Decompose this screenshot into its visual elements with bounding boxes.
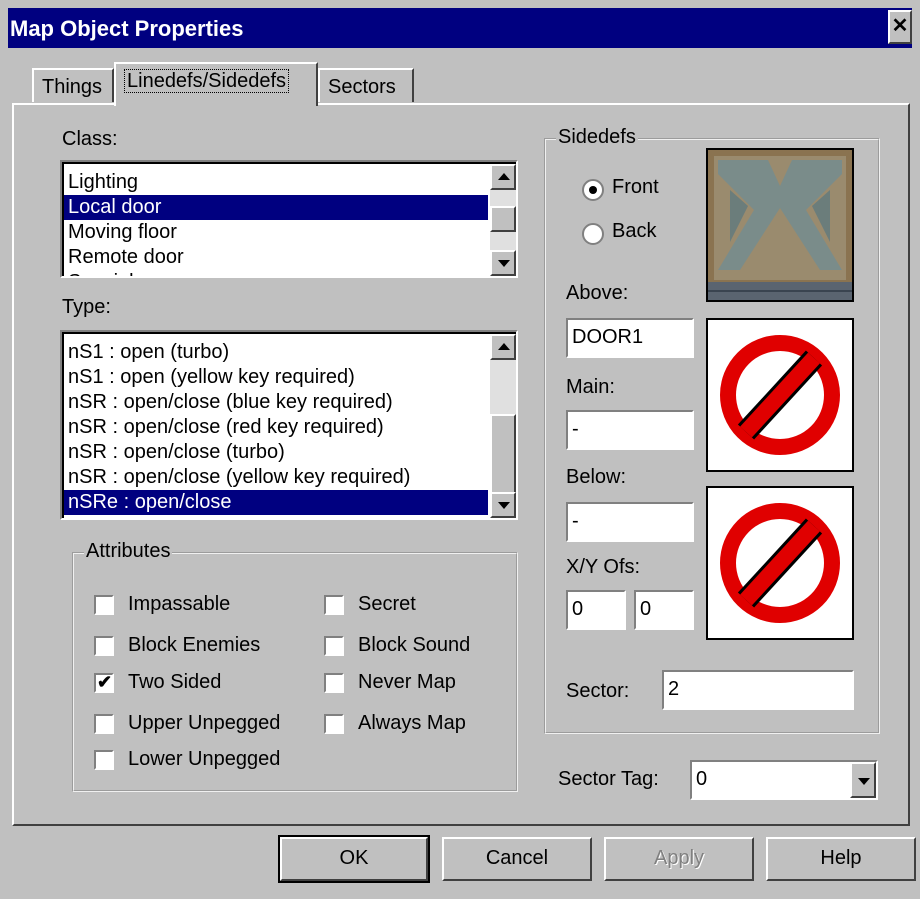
list-item[interactable]: nSR : open/close (turbo)	[64, 440, 488, 465]
check-icon: ✔	[97, 672, 113, 692]
checkbox-label: Never Map	[358, 671, 456, 693]
checkbox-label: Always Map	[358, 712, 466, 734]
list-item[interactable]: Lighting	[64, 170, 488, 195]
sector-tag-label: Sector Tag:	[558, 768, 659, 790]
lower-texture-preview[interactable]	[706, 486, 854, 640]
checkbox-label: Block Enemies	[128, 634, 261, 656]
main-texture-field[interactable]: -	[566, 410, 694, 450]
sector-tag-value: 0	[696, 768, 708, 790]
close-button[interactable]: ✕	[888, 10, 912, 44]
list-item[interactable]: Remote door	[64, 245, 488, 270]
checkbox-label: Two Sided	[128, 671, 222, 693]
checkbox-box[interactable]	[324, 636, 344, 656]
list-item-selected[interactable]: nSRe : open/close	[64, 490, 488, 515]
above-texture-field[interactable]: DOOR1	[566, 318, 694, 358]
ok-button[interactable]: OK	[278, 835, 430, 883]
radio-circle[interactable]	[582, 179, 604, 201]
window-title: Map Object Properties	[10, 16, 244, 41]
dialog-window: Map Object Properties ✕ Things Linedefs/…	[0, 0, 920, 899]
list-item[interactable]: nS1 : open (yellow key required)	[64, 365, 488, 390]
checkbox-label: Block Sound	[358, 634, 471, 656]
class-list: Lighting Local door Moving floor Remote …	[62, 162, 516, 276]
chevron-down-icon[interactable]	[850, 762, 876, 798]
main-texture-preview[interactable]	[706, 318, 854, 472]
sidedefs-label: Sidedefs	[556, 126, 638, 149]
list-item[interactable]: nSR : open/close (yellow key required)	[64, 465, 488, 490]
door-texture-icon	[708, 150, 852, 300]
checkbox-box[interactable]: ✔	[94, 672, 114, 693]
above-label: Above:	[566, 282, 629, 304]
class-label: Class:	[62, 128, 118, 150]
close-icon: ✕	[891, 15, 909, 37]
help-button[interactable]: Help	[766, 837, 916, 881]
list-item[interactable]: nS1 : open (turbo)	[64, 340, 488, 365]
y-offset-field[interactable]: 0	[634, 590, 694, 630]
checkbox-label: Lower Unpegged	[128, 748, 281, 770]
radio-dot	[589, 186, 597, 194]
tab-sectors[interactable]: Sectors	[318, 68, 414, 102]
list-item[interactable]: Moving floor	[64, 220, 488, 245]
list-item[interactable]: Special	[64, 270, 488, 276]
cancel-button[interactable]: Cancel	[442, 837, 592, 881]
checkbox-box[interactable]	[94, 750, 114, 770]
list-item-selected[interactable]: Local door	[64, 195, 488, 220]
list-item[interactable]: nSR : open/close (blue key required)	[64, 390, 488, 415]
upper-texture-preview[interactable]	[706, 148, 854, 302]
below-label: Below:	[566, 466, 627, 488]
checkbox-box[interactable]	[94, 714, 114, 734]
list-item[interactable]: nSR : open/close (red key required)	[64, 415, 488, 440]
below-texture-field[interactable]: -	[566, 502, 694, 542]
tab-sectors-label: Sectors	[328, 76, 396, 98]
sector-tag-combo[interactable]: 0	[690, 760, 878, 800]
radio-label: Front	[612, 176, 659, 198]
class-scrollbar[interactable]	[490, 164, 516, 276]
radio-label: Back	[612, 220, 657, 242]
type-list: nS1 : open (turbo) nS1 : open (yellow ke…	[62, 332, 516, 518]
checkbox-box[interactable]	[324, 673, 344, 693]
title-bar[interactable]: Map Object Properties ✕	[8, 8, 912, 48]
scroll-up-icon[interactable]	[490, 334, 516, 360]
x-offset-field[interactable]: 0	[566, 590, 626, 630]
radio-circle[interactable]	[582, 223, 604, 245]
checkbox-label: Impassable	[128, 593, 231, 615]
tab-linedefs-sidedefs[interactable]: Linedefs/Sidedefs	[114, 62, 318, 106]
class-listbox[interactable]: Lighting Local door Moving floor Remote …	[60, 160, 518, 278]
tab-things[interactable]: Things	[32, 68, 114, 102]
scroll-up-icon[interactable]	[490, 164, 516, 190]
checkbox-box[interactable]	[324, 595, 344, 615]
attributes-label: Attributes	[84, 540, 173, 563]
offset-label: X/Y Ofs:	[566, 556, 641, 578]
checkbox-box[interactable]	[94, 636, 114, 656]
type-scrollbar[interactable]	[490, 334, 516, 518]
checkbox-box[interactable]	[94, 595, 114, 615]
checkbox-box[interactable]	[324, 714, 344, 734]
tab-things-label: Things	[42, 76, 103, 98]
scroll-down-icon[interactable]	[490, 492, 516, 518]
apply-button[interactable]: Apply	[604, 837, 754, 881]
checkbox-label: Upper Unpegged	[128, 712, 281, 734]
type-listbox[interactable]: nS1 : open (turbo) nS1 : open (yellow ke…	[60, 330, 518, 520]
main-label: Main:	[566, 376, 615, 398]
scroll-thumb[interactable]	[490, 206, 516, 232]
no-texture-icon	[720, 503, 840, 623]
checkbox-label: Secret	[358, 593, 416, 615]
tab-linedefs-sidedefs-label: Linedefs/Sidedefs	[124, 69, 290, 93]
no-texture-icon	[720, 335, 840, 455]
sector-label: Sector:	[566, 680, 630, 702]
sector-field[interactable]: 2	[662, 670, 854, 710]
scroll-down-icon[interactable]	[490, 250, 516, 276]
type-label: Type:	[62, 296, 111, 318]
